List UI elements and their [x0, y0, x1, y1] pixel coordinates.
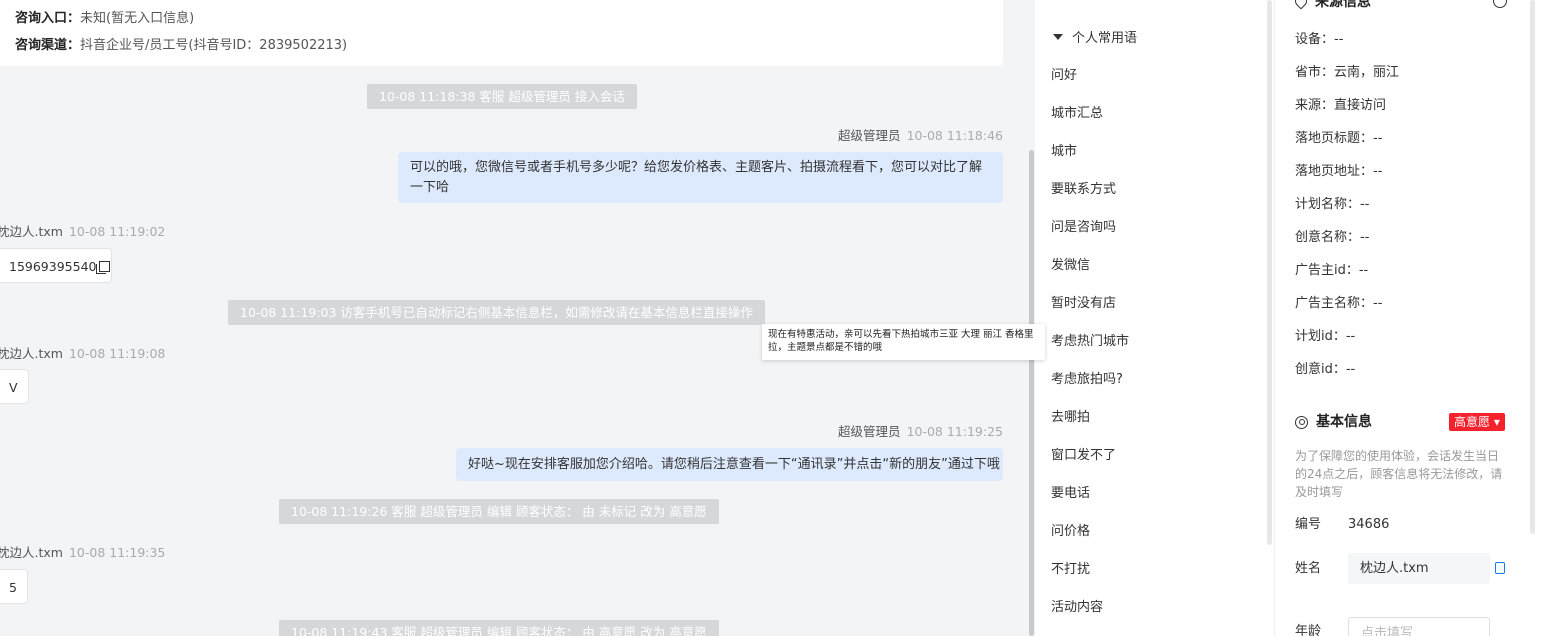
id-label: 编号 — [1295, 517, 1322, 532]
visitor-message-bubble: 15969395540 — [0, 248, 112, 283]
source-landing-title: 落地页标题：-- — [1295, 131, 1383, 146]
message-time: 10-08 11:19:25 — [906, 424, 1003, 439]
visitor-message-meta: 枕边人.txm 10-08 11:19:02 — [0, 224, 165, 240]
chat-scrollbar[interactable] — [1029, 150, 1034, 636]
consult-entry-label: 咨询入口： — [15, 11, 81, 26]
visitor-name: 枕边人.txm — [0, 545, 63, 560]
phrase-item[interactable]: 要电话 — [1051, 485, 1090, 503]
visitor-name: 枕边人.txm — [0, 224, 63, 239]
phrase-item[interactable]: 窗口发不了 — [1051, 447, 1116, 465]
source-region: 省市：云南，丽江 — [1295, 65, 1400, 80]
visitor-name: 枕边人.txm — [0, 346, 63, 361]
system-message: 10-08 11:18:38 客服 超级管理员 接入会话 — [367, 84, 637, 109]
visitor-message-meta: 枕边人.txm 10-08 11:19:35 — [0, 545, 165, 561]
customer-info-panel: 来源信息 设备：-- 省市：云南，丽江 来源：直接访问 落地页标题：-- 落地页… — [1274, 0, 1545, 636]
source-origin: 来源：直接访问 — [1295, 98, 1387, 113]
source-info-title-text: 来源信息 — [1315, 0, 1371, 10]
edit-notice: 为了保障您的使用体验，会话发生当日的24点之后，顾客信息将无法修改，请及时填写 — [1295, 449, 1503, 499]
consult-channel-value: 抖音企业号/员工号(抖音号ID：2839502213) — [80, 38, 348, 53]
source-creative-name: 创意名称：-- — [1295, 230, 1370, 245]
phrase-item[interactable]: 发微信 — [1051, 257, 1090, 275]
phrase-item[interactable]: 暂时没有店 — [1051, 295, 1116, 313]
intent-status-dropdown[interactable]: 高意愿 ▾ — [1449, 413, 1505, 431]
system-message: 10-08 11:19:26 客服 超级管理员 编辑 顾客状态： 由 未标记 改… — [279, 499, 719, 524]
source-advertiser-name: 广告主名称：-- — [1295, 296, 1383, 311]
visitor-message-bubble: 5 — [0, 569, 28, 604]
source-plan-id: 计划id：-- — [1295, 329, 1356, 344]
phrase-item[interactable]: 去哪拍 — [1051, 409, 1090, 427]
message-time: 10-08 11:19:08 — [68, 346, 166, 361]
basic-info-title-text: 基本信息 — [1316, 414, 1372, 430]
phrase-group-header[interactable]: 个人常用语 — [1053, 30, 1137, 48]
message-time: 10-08 11:18:46 — [906, 128, 1003, 143]
age-label: 年龄 — [1295, 624, 1322, 636]
phrase-preview-tooltip: 现在有特惠活动，亲可以先看下热拍城市三亚 大理 丽江 香格里拉，主题景点都是不错… — [762, 324, 1045, 360]
system-message: 10-08 11:19:03 访客手机号已自动标记右侧基本信息栏，如需修改请在基… — [228, 300, 765, 325]
phrases-scrollbar[interactable] — [1267, 0, 1272, 545]
visitor-message-meta: 枕边人.txm 10-08 11:19:08 — [0, 346, 165, 362]
source-plan-name: 计划名称：-- — [1295, 197, 1370, 212]
visitor-message-text: 15969395540 — [9, 259, 97, 274]
phrase-item[interactable]: 活动内容 — [1051, 599, 1103, 617]
phrase-item[interactable]: 城市 — [1051, 143, 1077, 161]
phrase-item[interactable]: 问是咨询吗 — [1051, 219, 1116, 237]
consult-entry-value: 未知(暂无入口信息) — [80, 11, 195, 26]
copy-icon[interactable] — [1495, 562, 1505, 574]
phrase-group-label: 个人常用语 — [1072, 31, 1138, 46]
phrase-item[interactable]: 考虑热门城市 — [1051, 333, 1129, 351]
system-message: 10-08 11:19:43 客服 超级管理员 编辑 顾客状态： 由 高意愿 改… — [279, 620, 719, 636]
agent-message-meta: 超级管理员 10-08 11:18:46 — [838, 128, 1003, 144]
agent-message-bubble: 可以的哦，您微信号或者手机号多少呢？给您发价格表、主题客片、拍摄流程看下，您可以… — [398, 152, 1003, 203]
caret-down-icon — [1053, 34, 1063, 40]
agent-name: 超级管理员 — [838, 424, 901, 439]
shield-icon[interactable] — [1493, 0, 1507, 8]
id-value: 34686 — [1348, 517, 1390, 532]
agent-message-meta: 超级管理员 10-08 11:19:25 — [838, 424, 1003, 440]
source-info-title: 来源信息 — [1292, 0, 1371, 12]
phrase-item[interactable]: 考虑旅拍吗? — [1051, 371, 1123, 389]
location-pin-icon — [1292, 0, 1310, 10]
common-phrases-panel: 个人常用语 问好 城市汇总 城市 要联系方式 问是咨询吗 发微信 暂时没有店 考… — [1035, 0, 1274, 636]
name-field[interactable]: 枕边人.txm — [1348, 553, 1490, 584]
consult-channel-label: 咨询渠道： — [15, 38, 81, 53]
name-label: 姓名 — [1295, 561, 1322, 576]
consult-entry-row: 咨询入口：未知(暂无入口信息) — [15, 9, 194, 29]
source-advertiser-id: 广告主id：-- — [1295, 263, 1369, 278]
source-landing-url: 落地页地址：-- — [1295, 164, 1383, 179]
phrase-item[interactable]: 不打扰 — [1051, 561, 1090, 579]
chat-panel: 咨询入口：未知(暂无入口信息) 咨询渠道：抖音企业号/员工号(抖音号ID：283… — [0, 0, 1035, 636]
message-time: 10-08 11:19:02 — [68, 224, 166, 239]
consult-channel-row: 咨询渠道：抖音企业号/员工号(抖音号ID：2839502213) — [15, 36, 347, 56]
user-circle-icon — [1295, 416, 1308, 429]
age-input[interactable] — [1348, 617, 1490, 636]
phrase-item[interactable]: 问好 — [1051, 67, 1077, 85]
consult-info-card: 咨询入口：未知(暂无入口信息) 咨询渠道：抖音企业号/员工号(抖音号ID：283… — [0, 0, 1003, 66]
basic-info-title: 基本信息 — [1295, 412, 1372, 432]
source-creative-id: 创意id：-- — [1295, 362, 1356, 377]
source-device: 设备：-- — [1295, 32, 1344, 47]
agent-message-bubble: 好哒~现在安排客服加您介绍哈。请您稍后注意查看一下“通讯录”并点击“新的朋友”通… — [456, 448, 1003, 481]
info-panel-scrollbar[interactable] — [1530, 0, 1535, 534]
visitor-message-bubble: V — [0, 369, 29, 404]
message-time: 10-08 11:19:35 — [68, 545, 166, 560]
phrase-item[interactable]: 城市汇总 — [1051, 105, 1103, 123]
agent-name: 超级管理员 — [838, 128, 901, 143]
copy-icon[interactable] — [96, 261, 111, 274]
phrase-item[interactable]: 要联系方式 — [1051, 181, 1116, 199]
phrase-item[interactable]: 问价格 — [1051, 523, 1090, 541]
